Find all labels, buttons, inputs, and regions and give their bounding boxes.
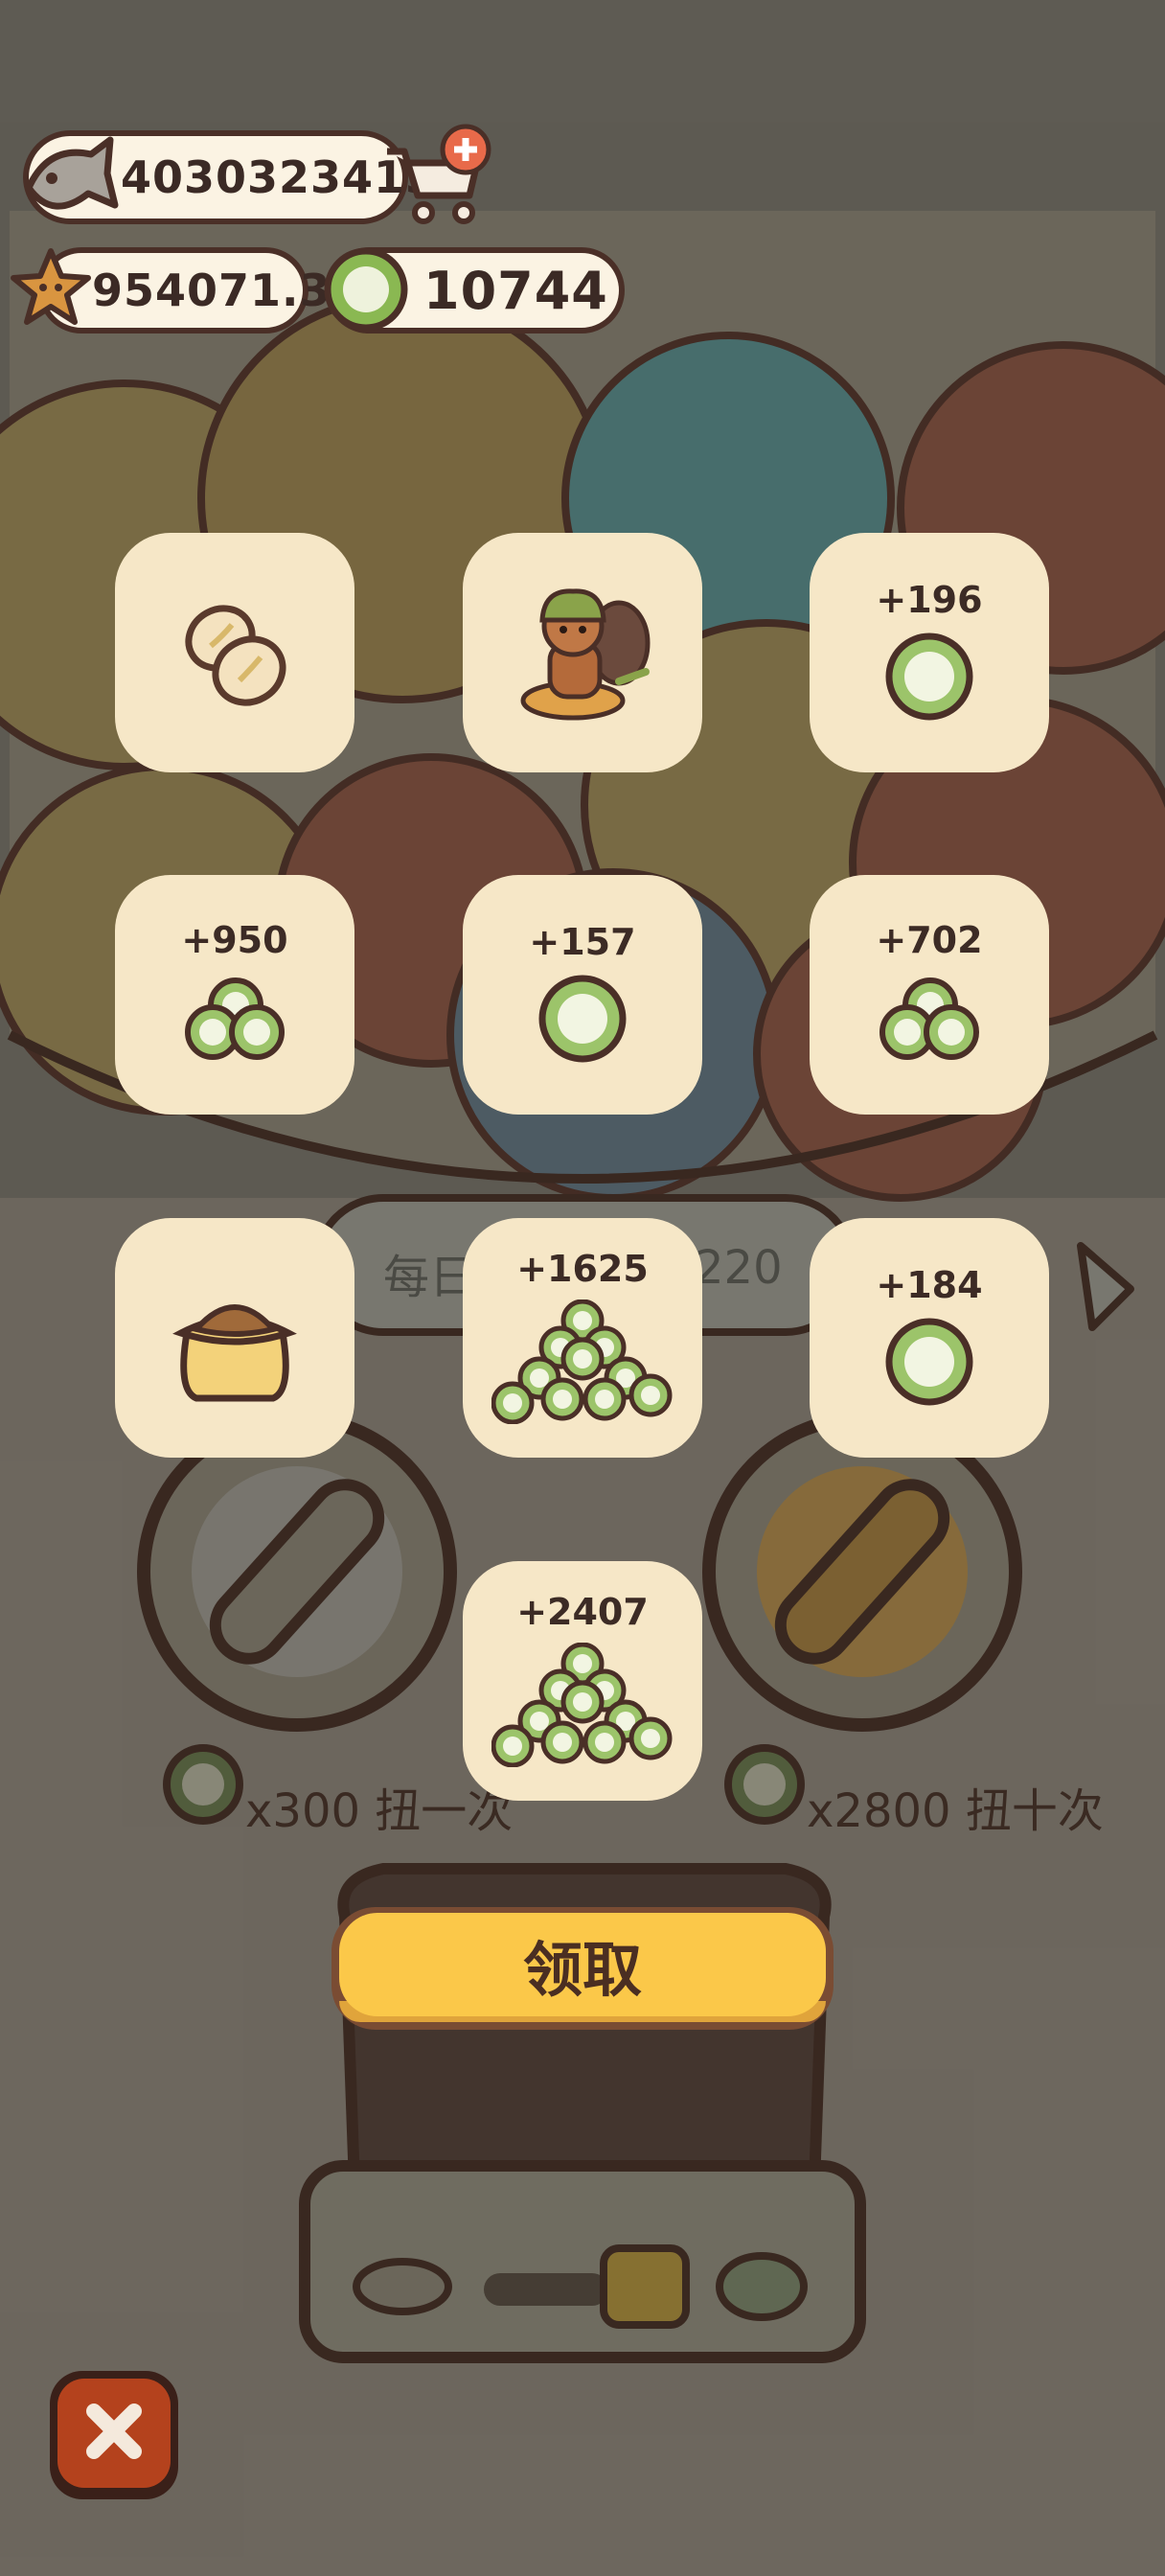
reward-card-squirrel[interactable] xyxy=(463,533,702,772)
close-button[interactable] xyxy=(50,2371,178,2499)
coin-stack-icon xyxy=(185,978,285,1060)
star-amount: 954071.3 xyxy=(92,264,331,316)
squirrel-character-icon xyxy=(520,588,651,721)
spin-once-cost: x300 扭一次 xyxy=(245,1784,514,1838)
coin-icon xyxy=(538,975,627,1063)
reward-card-coin-950[interactable]: +950 xyxy=(115,875,354,1115)
reward-card-coin-157[interactable]: +157 xyxy=(463,875,702,1115)
coin-icon xyxy=(885,1318,973,1406)
reward-card-bean[interactable] xyxy=(115,533,354,772)
daily-label: 每日 xyxy=(383,1251,476,1304)
shop-cart-button[interactable] xyxy=(381,123,494,232)
coin-icon xyxy=(322,245,410,337)
reward-amount: +950 xyxy=(181,919,288,961)
claim-button-label: 领取 xyxy=(339,1913,826,2016)
reward-card-coin-196[interactable]: +196 xyxy=(810,533,1049,772)
coin-amount: 10744 xyxy=(423,260,608,321)
reward-amount: +702 xyxy=(876,919,983,961)
reward-amount: +2407 xyxy=(516,1591,649,1633)
star-icon xyxy=(8,245,94,335)
reward-card-coin-702[interactable]: +702 xyxy=(810,875,1049,1115)
coin-pile-icon xyxy=(491,1643,673,1767)
reward-amount: +184 xyxy=(876,1264,983,1306)
coin-stack-icon xyxy=(879,978,979,1060)
fish-icon xyxy=(19,130,125,230)
bean-icon xyxy=(185,605,286,706)
reward-amount: +157 xyxy=(529,921,636,963)
reward-card-coin-1625[interactable]: +1625 xyxy=(463,1218,702,1458)
reward-card-sack[interactable] xyxy=(115,1218,354,1458)
reward-amount: +1625 xyxy=(516,1248,649,1290)
close-icon xyxy=(86,2404,142,2459)
reward-amount: +196 xyxy=(876,579,983,621)
coin-icon xyxy=(885,632,973,721)
daily-value-fragment: 220 xyxy=(695,1241,783,1295)
claim-button[interactable]: 领取 xyxy=(331,1907,834,2030)
reward-card-coin-184[interactable]: +184 xyxy=(810,1218,1049,1458)
coin-pile-icon xyxy=(491,1300,673,1424)
reward-card-coin-2407[interactable]: +2407 xyxy=(463,1561,702,1801)
spin-ten-cost: x2800 扭十次 xyxy=(807,1784,1104,1838)
sack-icon xyxy=(172,1304,297,1402)
